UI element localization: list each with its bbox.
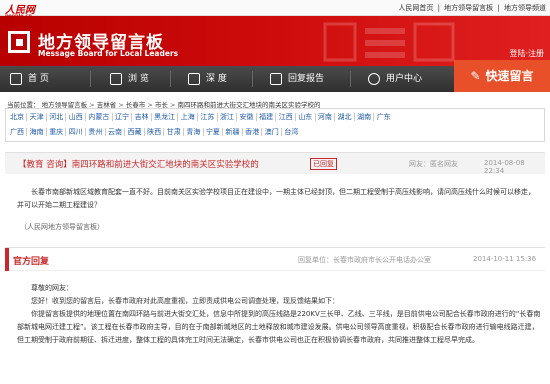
province-link[interactable]: 上海 (178, 113, 199, 121)
main-nav: 首 页 浏 览 深 度 回复报告 用户中心 ✎ 快速留言 (0, 60, 550, 92)
link-people-home[interactable]: 人民网首页 (398, 4, 433, 12)
nav-divider (252, 71, 253, 87)
link-sep: | (497, 4, 500, 12)
province-link[interactable]: 重庆 (47, 128, 67, 136)
reply-greeting: 尊敬的网友： (31, 284, 73, 292)
province-link[interactable]: 宁夏 (204, 128, 224, 136)
province-link[interactable]: 天津 (27, 113, 47, 121)
top-bar: 人民网 people.cn 人民网首页 | 地方领导留言板 | 地方领导频道 (0, 0, 550, 19)
province-link[interactable]: 河北 (47, 113, 67, 121)
province-link[interactable]: 江苏 (198, 113, 218, 121)
province-link[interactable]: 吉林 (132, 113, 152, 121)
reply-accent-bar (5, 248, 9, 271)
top-links: 人民网首页 | 地方领导留言板 | 地方领导频道 (396, 3, 546, 13)
nav-reply-report[interactable]: 回复报告 (270, 66, 324, 92)
province-link[interactable]: 甘肃 (164, 128, 185, 136)
depth-icon (188, 72, 200, 85)
home-icon (10, 72, 22, 85)
nav-home-label: 首 页 (28, 74, 49, 84)
nav-divider (170, 71, 171, 87)
province-link[interactable]: 香港 (243, 128, 263, 136)
message-source: （人民网地方领导留言板） (20, 223, 104, 231)
link-leader-channel[interactable]: 地方领导频道 (504, 4, 546, 12)
province-link[interactable]: 浙江 (218, 113, 238, 121)
message-user: 网友：匿名网友 (409, 160, 458, 168)
banner-decoration (323, 22, 455, 62)
link-sep: | (437, 4, 440, 12)
reply-time: 2014-10-11 15:36 (473, 255, 537, 263)
nav-user-center-label: 用户中心 (386, 74, 423, 84)
reply-line: 您好！收到您的留言后，长春市政府对此高度重视，立即责成供电公司调查处理，现反馈结… (31, 297, 339, 305)
province-link[interactable]: 河南 (316, 113, 336, 121)
province-link[interactable]: 湖北 (335, 113, 355, 121)
pen-icon: ✎ (470, 69, 481, 83)
province-link[interactable]: 广东 (374, 113, 393, 121)
nav-divider (350, 71, 351, 87)
status-badge: 已回复 (310, 158, 337, 170)
reply-unit: 回复单位：长春市政府市长公开电话办公室 (298, 256, 431, 264)
nav-browse-label: 浏 览 (128, 74, 149, 84)
province-link[interactable]: 黑龙江 (152, 113, 179, 121)
province-link[interactable]: 湖南 (355, 113, 375, 121)
province-link[interactable]: 福建 (257, 113, 277, 121)
province-row: 广西 海南 重庆 四川 贵州 云南 西藏 陕西 甘肃 青海 宁夏 新疆 香港 澳门 台湾 (6, 128, 544, 144)
report-icon (270, 72, 282, 85)
nav-reply-report-label: 回复报告 (288, 74, 325, 84)
province-link[interactable]: 安徽 (237, 113, 257, 121)
reply-body: 尊敬的网友： 您好！收到您的留言后，长春市政府对此高度重视，立即责成供电公司调查… (17, 282, 542, 347)
nav-divider (90, 71, 91, 87)
link-message-board[interactable]: 地方领导留言板 (444, 4, 493, 12)
nav-home[interactable]: 首 页 (10, 66, 49, 92)
message-title[interactable]: 【教育 咨询】南四环路和前进大街交汇地块的南关区实验学校的 (18, 158, 259, 170)
page: { "topbar": { "logo": "人民网", "logo_sub":… (0, 0, 550, 384)
nav-browse[interactable]: 浏 览 (110, 66, 149, 92)
province-link[interactable]: 海南 (27, 128, 47, 136)
banner: 地方领导留言板 Message Board for Local Leaders … (0, 16, 550, 66)
province-selector: 北京 天津 河北 山西 内蒙古 辽宁 吉林 黑龙江 上海 江苏 浙江 安徽 福建 江西 山东 河南 湖北 湖南 广东… (5, 108, 545, 142)
nav-depth[interactable]: 深 度 (188, 66, 227, 92)
province-link[interactable]: 江西 (276, 113, 297, 121)
site-subtitle: Message Board for Local Leaders (38, 49, 179, 58)
province-link[interactable]: 澳门 (262, 128, 283, 136)
province-link[interactable]: 四川 (66, 128, 87, 136)
province-link[interactable]: 山东 (296, 113, 316, 121)
province-link[interactable]: 云南 (106, 128, 126, 136)
province-link[interactable]: 青海 (184, 128, 204, 136)
reply-header: 官方回复 回复单位：长春市政府市长公开电话办公室 2014-10-11 15:3… (5, 247, 545, 271)
province-row: 北京 天津 河北 山西 内蒙古 辽宁 吉林 黑龙江 上海 江苏 浙江 安徽 福建 江西 山东 河南 湖北 湖南 广东 (6, 113, 544, 129)
province-link[interactable]: 广西 (6, 128, 28, 136)
reply-label: 官方回复 (13, 257, 50, 267)
province-link[interactable]: 贵州 (86, 128, 106, 136)
message-body: 长春市南部新城区域教育配套一直不好。目前南关区实验学校项目正在建设中，一期主体已… (17, 188, 535, 209)
quick-message-button[interactable]: ✎ 快速留言 (454, 60, 550, 92)
quick-message-label: 快速留言 (485, 69, 534, 83)
province-link[interactable]: 辽宁 (113, 113, 133, 121)
province-link[interactable]: 北京 (6, 113, 28, 121)
province-link[interactable]: 山西 (66, 113, 87, 121)
board-logo-icon (8, 31, 30, 53)
login-register-link[interactable]: 登陆·注册 (509, 48, 544, 59)
message-time: 2014-08-08 22:34 (484, 159, 525, 175)
reply-paragraph: 你提留言板提供的地理位置在南四环路与前进大街交汇处，信息中所提到的高压线路是22… (17, 310, 541, 344)
province-link[interactable]: 内蒙古 (86, 113, 113, 121)
province-link[interactable]: 西藏 (125, 128, 145, 136)
browse-icon (110, 72, 122, 85)
province-link[interactable]: 台湾 (282, 128, 301, 136)
message-header: 【教育 咨询】南四环路和前进大街交汇地块的南关区实验学校的 已回复 网友：匿名网… (5, 152, 545, 175)
user-icon (368, 72, 380, 85)
nav-depth-label: 深 度 (206, 74, 227, 84)
province-link[interactable]: 新疆 (223, 128, 243, 136)
province-link[interactable]: 陕西 (145, 128, 165, 136)
nav-user-center[interactable]: 用户中心 (368, 66, 422, 92)
